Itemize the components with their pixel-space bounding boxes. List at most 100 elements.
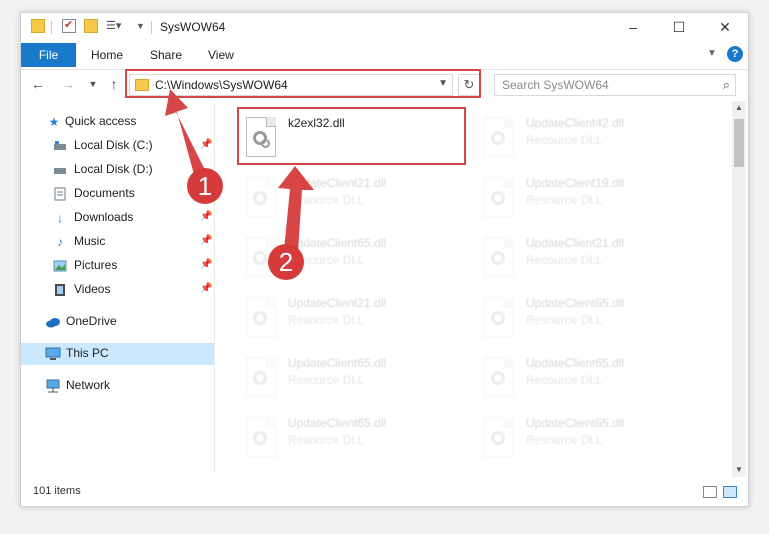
sidebar-item-local-disk-d[interactable]: Local Disk (D:) <box>21 159 214 181</box>
file-type: Resource DLL <box>526 433 603 447</box>
chevron-down-icon[interactable]: ▼ <box>136 19 150 33</box>
search-placeholder: Search SysWOW64 <box>502 78 609 92</box>
file-highlight <box>237 107 466 165</box>
sidebar-item-pictures[interactable]: Pictures 📌 <box>21 255 214 277</box>
sidebar-item-label: Videos <box>74 282 111 296</box>
file-type: Resource DLL <box>526 313 603 327</box>
vertical-scrollbar[interactable]: ▲ ▼ <box>732 101 746 477</box>
videos-icon <box>53 283 67 297</box>
tab-view[interactable]: View <box>208 43 234 67</box>
music-icon: ♪ <box>57 235 63 249</box>
drive-icon <box>53 139 67 153</box>
recent-locations-icon[interactable]: ▼ <box>84 75 102 93</box>
computer-icon <box>45 347 61 361</box>
expand-ribbon-icon[interactable]: ▼ <box>707 48 717 59</box>
file-name: UpdateClient42.dll <box>526 116 625 130</box>
sidebar-item-network[interactable]: Network <box>21 375 214 397</box>
dll-file-icon <box>484 237 514 277</box>
file-item[interactable]: UpdateClient65.dll Resource DLL <box>241 413 469 463</box>
file-item[interactable]: UpdateClient65.dll Resource DLL <box>479 353 707 403</box>
file-item[interactable]: UpdateClient65.dll Resource DLL <box>241 353 469 403</box>
file-name: UpdateClient65.dll <box>526 296 625 310</box>
dll-file-icon <box>484 177 514 217</box>
star-icon: ★ <box>48 115 60 129</box>
status-bar: 101 items <box>21 481 748 506</box>
file-name: UpdateClient21.dll <box>288 176 387 190</box>
details-view-icon[interactable] <box>703 486 717 498</box>
large-icons-view-icon[interactable] <box>723 486 737 498</box>
search-icon[interactable]: ⌕ <box>723 77 730 93</box>
close-button[interactable]: ✕ <box>702 13 748 43</box>
pin-icon[interactable]: 📌 <box>200 283 212 294</box>
download-icon: ↓ <box>57 211 63 225</box>
scroll-up-icon[interactable]: ▲ <box>732 101 746 115</box>
file-item[interactable]: UpdateClient65.dll Resource DLL <box>479 413 707 463</box>
pin-icon[interactable]: 📌 <box>200 259 212 270</box>
file-item[interactable]: UpdateClient21.dll Resource DLL <box>241 293 469 343</box>
sidebar-item-label: Downloads <box>74 210 134 224</box>
sidebar-item-quick-access[interactable]: ★ Quick access <box>21 111 214 133</box>
callout-1: 1 <box>187 168 223 204</box>
file-item[interactable]: UpdateClient21.dll Resource DLL <box>241 173 469 223</box>
sidebar-item-onedrive[interactable]: OneDrive <box>21 311 214 333</box>
navigation-pane: ★ Quick access Local Disk (C:) 📌 Local D… <box>21 103 215 473</box>
sidebar-item-label: Network <box>66 378 111 392</box>
sidebar-item-label: Local Disk (D:) <box>74 162 153 176</box>
file-type: Resource DLL <box>526 253 603 267</box>
search-input[interactable]: Search SysWOW64 ⌕ <box>494 74 736 96</box>
new-folder-icon[interactable] <box>84 19 98 33</box>
sidebar-item-label: This PC <box>66 346 109 360</box>
sidebar-item-videos[interactable]: Videos 📌 <box>21 279 214 301</box>
folder-icon <box>31 19 45 33</box>
sidebar-item-label: Quick access <box>65 114 137 128</box>
file-type: Resource DLL <box>288 193 365 207</box>
ribbon-tabs: File Home Share View ▼ ? <box>21 43 748 67</box>
dll-file-icon <box>246 297 276 337</box>
pin-icon[interactable]: 📌 <box>200 139 212 150</box>
dll-file-icon <box>246 357 276 397</box>
file-name: UpdateClient21.dll <box>288 296 387 310</box>
sidebar-item-local-disk-c[interactable]: Local Disk (C:) 📌 <box>21 135 214 157</box>
up-arrow-icon[interactable]: ↑ <box>105 75 123 93</box>
file-name: UpdateClient65.dll <box>288 236 387 250</box>
back-arrow-icon[interactable]: ← <box>29 75 47 93</box>
file-name: UpdateClient21.dll <box>526 236 625 250</box>
pin-icon[interactable]: 📌 <box>200 211 212 222</box>
item-count: 101 items <box>33 485 81 497</box>
sidebar-item-label: OneDrive <box>66 314 117 328</box>
sidebar-item-this-pc[interactable]: This PC <box>21 343 214 365</box>
sidebar-item-label: Music <box>74 234 106 248</box>
scroll-down-icon[interactable]: ▼ <box>732 463 746 477</box>
properties-icon[interactable] <box>62 18 76 33</box>
callout-2: 2 <box>268 244 304 280</box>
sidebar-item-downloads[interactable]: ↓ Downloads 📌 <box>21 207 214 229</box>
file-type: Resource DLL <box>288 313 365 327</box>
drive-icon <box>53 163 67 177</box>
file-item[interactable]: UpdateClient65.dll Resource DLL <box>479 293 707 343</box>
title-bar: ☰▾ ▼ SysWOW64 – ☐ ✕ <box>21 13 748 43</box>
customize-toolbar-icon[interactable]: ☰▾ <box>106 19 121 33</box>
sidebar-item-music[interactable]: ♪ Music 📌 <box>21 231 214 253</box>
help-icon[interactable]: ? <box>727 46 743 62</box>
file-item[interactable]: UpdateClient21.dll Resource DLL <box>479 233 707 283</box>
dll-file-icon <box>484 417 514 457</box>
sidebar-item-documents[interactable]: Documents <box>21 183 214 205</box>
tab-file[interactable]: File <box>21 43 76 67</box>
maximize-button[interactable]: ☐ <box>656 13 702 43</box>
tab-share[interactable]: Share <box>150 43 182 67</box>
minimize-button[interactable]: – <box>610 13 656 43</box>
file-item[interactable]: UpdateClient42.dll Resource DLL <box>479 113 707 163</box>
tab-home[interactable]: Home <box>91 43 123 67</box>
window-title: SysWOW64 <box>160 20 226 34</box>
documents-icon <box>53 187 67 201</box>
file-name: UpdateClient19.dll <box>526 176 625 190</box>
forward-arrow-icon[interactable]: → <box>59 75 77 93</box>
file-item[interactable]: UpdateClient19.dll Resource DLL <box>479 173 707 223</box>
scrollbar-thumb[interactable] <box>734 119 744 167</box>
pin-icon[interactable]: 📌 <box>200 235 212 246</box>
dll-file-icon <box>484 117 514 157</box>
file-name: UpdateClient65.dll <box>288 356 387 370</box>
address-bar-highlight <box>125 69 481 98</box>
file-name: UpdateClient65.dll <box>526 416 625 430</box>
dll-file-icon <box>484 357 514 397</box>
